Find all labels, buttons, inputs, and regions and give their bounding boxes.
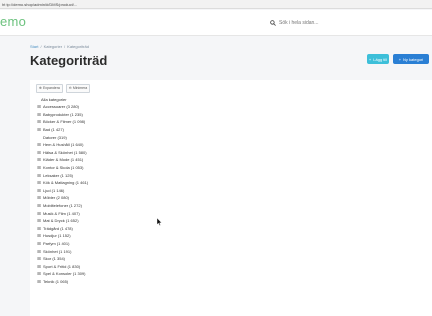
logo[interactable]: emo	[0, 14, 26, 29]
expand-all-button[interactable]: ⊕ Expandera	[36, 84, 63, 93]
search-box[interactable]	[270, 18, 420, 27]
tree-item[interactable]: ⊞ Babyprodukter (1 235)	[36, 111, 426, 119]
tree-item-label: Husdjur (1 152)	[43, 233, 71, 239]
tree-item[interactable]: ⊞ Ljud (1 146)	[36, 187, 426, 195]
tree-item[interactable]: ⊞ Kök & Matlagning (1 461)	[36, 179, 426, 187]
tree-item-label: Trädgård (1 478)	[43, 225, 73, 231]
tree-item-label: Leksaker (1 125)	[43, 172, 74, 178]
new-category-button-label: Ny kategori	[403, 56, 424, 62]
tree-item-label: Kök & Matlagning (1 461)	[43, 180, 89, 186]
tree-item[interactable]: ⊞ Mat & Dryck (1 652)	[36, 217, 426, 225]
add-button[interactable]: + Lägg till	[367, 54, 389, 64]
tree-item[interactable]: ⊞ Accessoarer (3 280)	[36, 103, 426, 111]
tree-items: ⊞ Accessoarer (3 280) ⊞ Babyprodukter (1 23…	[36, 103, 426, 285]
tree-item-label: Mobiltelefoner (1 272)	[43, 203, 82, 209]
tree-item[interactable]: ⊞ Skor (1 354)	[36, 255, 426, 263]
tree-item[interactable]: ⊞ Möbler (2 080)	[36, 194, 426, 202]
tree-item-label: Bad (1 427)	[43, 127, 64, 133]
tree-item[interactable]: ⊞ Bad (1 427)	[36, 126, 426, 134]
new-category-button[interactable]: + Ny kategori	[393, 54, 429, 64]
tree-item[interactable]: ⊞ Mobiltelefoner (1 272)	[36, 202, 426, 210]
tree-item[interactable]: ⊞ Leksaker (1 125)	[36, 171, 426, 179]
tree-root[interactable]: Alla kategorier	[36, 96, 426, 103]
tree-item[interactable]: ⊞ Trädgård (1 478)	[36, 225, 426, 233]
tree-item[interactable]: ⊞ Husdjur (1 152)	[36, 232, 426, 240]
tree-item-label: Skönhet (1 191)	[43, 248, 72, 254]
tree-item[interactable]: ⊞ Musik & Film (1 407)	[36, 209, 426, 217]
tree-toolbar: ⊕ Expandera ⊖ Minimera	[36, 84, 91, 93]
expand-all-label: Expandera	[42, 86, 60, 90]
tree-item-label: Kontor & Skola (1 053)	[43, 165, 84, 171]
tree-item-label: Musik & Film (1 407)	[43, 210, 80, 216]
tree-item-label: Kläder & Mode (1 451)	[43, 157, 84, 163]
tree-item-label: Sport & Fritid (1 830)	[43, 263, 81, 269]
tree-item[interactable]: ⊞ Hälsa & Skönhet (1 580)	[36, 149, 426, 157]
search-icon	[270, 19, 276, 26]
breadcrumb-separator: /	[40, 44, 42, 49]
category-tree: Alla kategorier ⊞ Accessoarer (3 280) ⊞ Bab…	[36, 96, 426, 285]
tree-item[interactable]: ⊞ Parfym (1 401)	[36, 240, 426, 248]
tree-item-label: Datorer (319)	[43, 134, 67, 140]
tree-item[interactable]: ⊞ Kläder & Mode (1 451)	[36, 156, 426, 164]
add-button-label: Lägg till	[373, 56, 388, 62]
tree-item[interactable]: ⊞ Sport & Fritid (1 830)	[36, 262, 426, 270]
tree-item-label: Ljud (1 146)	[43, 187, 65, 193]
tree-item[interactable]: ⊞Datorer (319)	[36, 133, 426, 141]
page-title: Kategoriträd	[30, 53, 108, 68]
collapse-icon: ⊖	[68, 86, 72, 90]
expand-icon: ⊕	[39, 86, 42, 90]
collapse-all-label: Minimera	[72, 86, 88, 90]
tree-item-label: Böcker & Filmer (1 098)	[43, 119, 86, 125]
collapse-all-button[interactable]: ⊖ Minimera	[65, 84, 91, 93]
tree-item[interactable]: ⊞ Skönhet (1 191)	[36, 247, 426, 255]
tree-item[interactable]: ⊞ Teknik (1 065)	[36, 278, 426, 286]
tree-item-label: Hem & Hushåll (1 640)	[43, 142, 84, 148]
mouse-cursor-icon	[157, 218, 163, 226]
tree-item-label: Skor (1 354)	[43, 256, 66, 262]
breadcrumb-home[interactable]: Start	[30, 44, 38, 49]
search-input[interactable]	[279, 19, 399, 26]
tree-item-label: Spel & Konsoler (1 309)	[43, 271, 86, 277]
plus-icon: +	[368, 56, 372, 62]
breadcrumb-separator: /	[64, 44, 66, 49]
app-header: emo	[0, 10, 432, 36]
tree-item-label: Accessoarer (3 280)	[43, 104, 80, 110]
tree-item[interactable]: ⊞ Spel & Konsoler (1 309)	[36, 270, 426, 278]
tree-item-label: Möbler (2 080)	[43, 195, 70, 201]
breadcrumb: Start / Kategorier / Kategoriträd	[30, 44, 89, 49]
tree-item-label: Teknik (1 065)	[43, 278, 69, 284]
tree-item[interactable]: ⊞ Böcker & Filmer (1 098)	[36, 118, 426, 126]
browser-address-bar[interactable]: ht tp://demo.shop/admin/#/DMS/product/..…	[0, 0, 432, 9]
breadcrumb-current: Kategoriträd	[67, 44, 89, 49]
tree-item-label: Hälsa & Skönhet (1 580)	[43, 149, 87, 155]
tree-item-label: Parfym (1 401)	[43, 240, 70, 246]
breadcrumb-item[interactable]: Kategorier	[44, 44, 62, 49]
tree-item-label: Mat & Dryck (1 652)	[43, 218, 79, 224]
tree-item[interactable]: ⊞ Hem & Hushåll (1 640)	[36, 141, 426, 149]
tree-item[interactable]: ⊞ Kontor & Skola (1 053)	[36, 164, 426, 172]
category-tree-panel: ⊕ Expandera ⊖ Minimera Alla kategorier ⊞…	[30, 80, 432, 316]
plus-icon: +	[398, 56, 402, 62]
tree-item-label: Babyprodukter (1 235)	[43, 111, 83, 117]
